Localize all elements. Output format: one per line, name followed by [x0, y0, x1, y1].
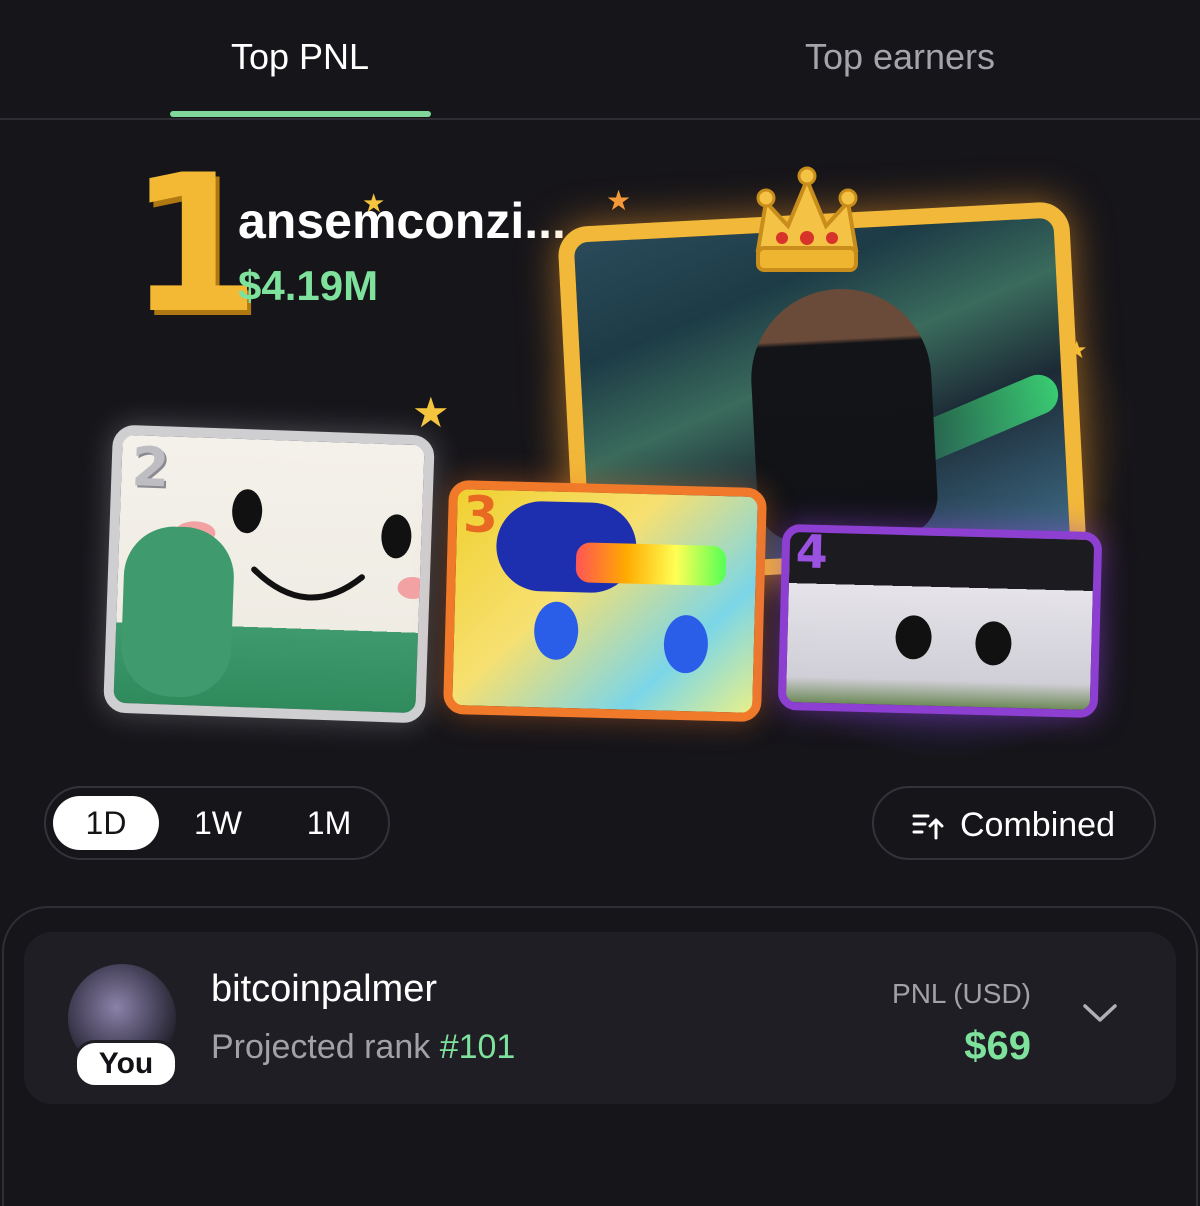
card-art	[575, 542, 727, 587]
rank-3-card[interactable]: 3	[442, 479, 768, 723]
projected-rank-value: #101	[439, 1028, 516, 1066]
sort-combined-button[interactable]: Combined	[872, 786, 1156, 860]
tab-top-pnl[interactable]: Top PNL	[170, 36, 430, 78]
range-1w-button[interactable]: 1W	[166, 796, 270, 850]
active-tab-indicator	[170, 111, 431, 117]
rank-4-card[interactable]: 4	[777, 523, 1103, 719]
range-1m-button[interactable]: 1M	[274, 796, 384, 850]
tab-bar: Top PNL Top earners	[0, 0, 1200, 120]
sort-ascending-icon	[912, 814, 944, 840]
card-art	[894, 614, 933, 660]
pnl-label: PNL (USD)	[892, 978, 1031, 1009]
card-art	[380, 513, 413, 559]
rank-3-badge: 3	[462, 485, 499, 545]
you-badge: You	[74, 1040, 178, 1088]
time-range-selector: 1D 1W 1M	[44, 786, 390, 860]
card-art	[251, 566, 365, 601]
projected-rank-label: Projected rank	[211, 1028, 431, 1066]
card-art	[119, 524, 236, 699]
crown-icon	[755, 166, 859, 272]
pnl-value: $69	[964, 1024, 1031, 1068]
projected-rank: Projected rank #101	[211, 1028, 515, 1067]
chevron-down-icon[interactable]	[1082, 1002, 1118, 1024]
username: bitcoinpalmer	[211, 968, 437, 1010]
card-art	[397, 576, 428, 600]
star-icon: ★	[606, 185, 632, 216]
card-art	[231, 488, 263, 534]
card-art	[533, 601, 579, 661]
card-art	[974, 620, 1013, 666]
star-icon: ★	[362, 188, 386, 218]
tab-top-earners[interactable]: Top earners	[760, 36, 1040, 78]
current-user-row[interactable]: You bitcoinpalmer Projected rank #101 PN…	[24, 932, 1176, 1104]
rank-2-badge: 2	[130, 435, 171, 500]
star-icon: ★	[412, 389, 450, 436]
range-1d-button[interactable]: 1D	[53, 796, 159, 850]
leader-name[interactable]: ansemconzi...	[238, 192, 566, 250]
rank-2-card[interactable]: 2	[103, 424, 435, 724]
sort-label: Combined	[960, 806, 1115, 844]
card-art	[663, 614, 709, 674]
rank-4-badge: 4	[795, 524, 829, 580]
leader-value: $4.19M	[238, 262, 379, 309]
avatar-art	[746, 284, 940, 544]
